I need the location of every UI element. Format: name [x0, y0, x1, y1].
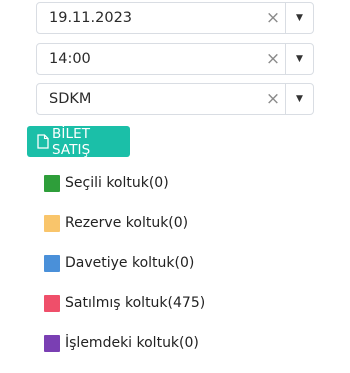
caret-down-icon[interactable]: ▼	[286, 44, 313, 74]
close-icon[interactable]: ×	[263, 84, 283, 114]
date-select-value: 19.11.2023	[49, 10, 133, 26]
legend-swatch	[44, 334, 60, 352]
close-icon[interactable]: ×	[263, 3, 283, 33]
date-select[interactable]: 19.11.2023 × ▼	[36, 2, 314, 34]
legend-swatch	[44, 254, 60, 272]
legend-label: İşlemdeki koltuk(0)	[65, 335, 199, 351]
document-icon	[37, 134, 49, 149]
legend-swatch	[44, 174, 60, 192]
legend-item: Davetiye koltuk(0)	[44, 253, 205, 273]
legend-label: Rezerve koltuk(0)	[65, 215, 189, 231]
hall-select-value: SDKM	[49, 91, 92, 107]
legend-label: Seçili koltuk(0)	[65, 175, 169, 191]
close-icon[interactable]: ×	[263, 44, 283, 74]
legend-item: Seçili koltuk(0)	[44, 173, 205, 193]
time-select-value: 14:00	[49, 51, 91, 67]
legend-item: İşlemdeki koltuk(0)	[44, 333, 205, 353]
caret-down-icon[interactable]: ▼	[286, 84, 313, 114]
legend-label: Satılmış koltuk(475)	[65, 295, 206, 311]
sell-ticket-button[interactable]: BİLET SATIŞ	[27, 125, 130, 158]
legend-label: Davetiye koltuk(0)	[65, 255, 195, 271]
seat-legend: Seçili koltuk(0) Rezerve koltuk(0) Davetiy…	[44, 173, 205, 373]
hall-select[interactable]: SDKM × ▼	[36, 83, 314, 115]
legend-swatch	[44, 294, 60, 312]
legend-item: Rezerve koltuk(0)	[44, 213, 205, 233]
legend-item: Satılmış koltuk(475)	[44, 293, 205, 313]
caret-down-icon[interactable]: ▼	[286, 3, 313, 33]
sell-ticket-button-label: BİLET SATIŞ	[52, 125, 91, 158]
legend-swatch	[44, 214, 60, 232]
time-select[interactable]: 14:00 × ▼	[36, 43, 314, 75]
